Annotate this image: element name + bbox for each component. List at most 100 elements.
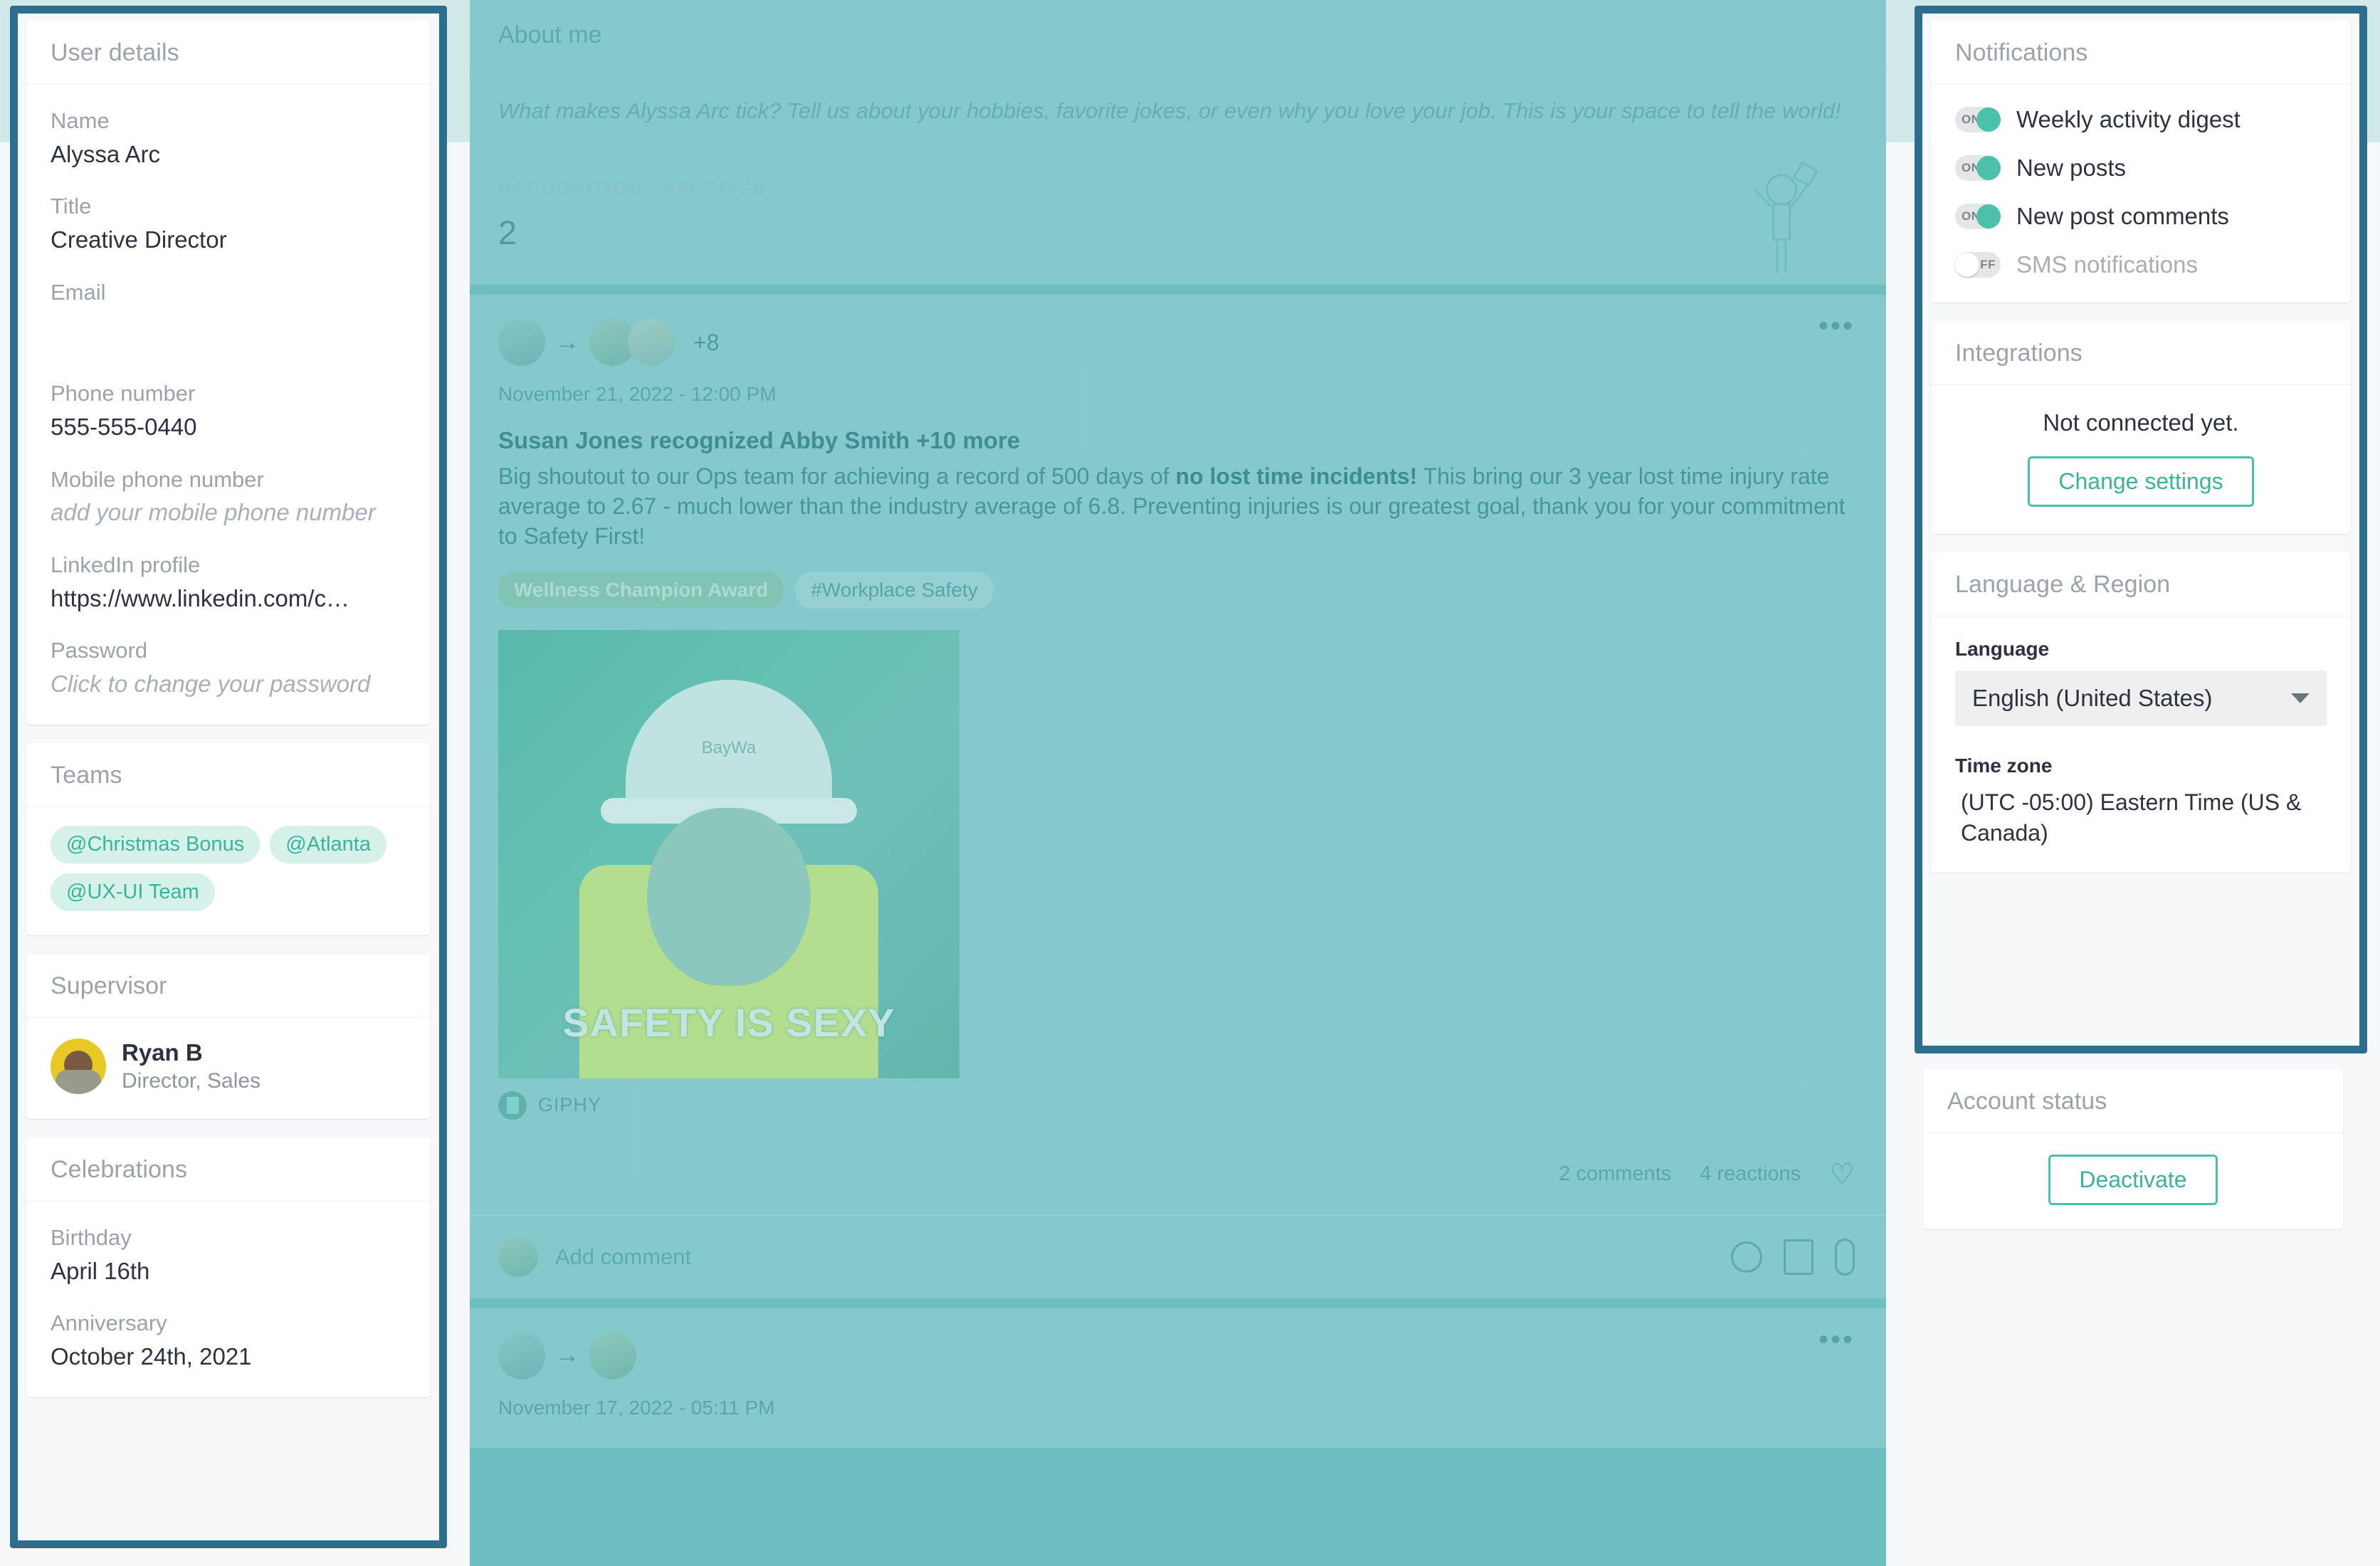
- toggle-knob: [1976, 156, 2001, 180]
- recognition-post: ••• → +8 November 21, 2022 - 12:00 PM Su…: [470, 295, 1886, 1215]
- emoji-icon[interactable]: [1731, 1241, 1762, 1273]
- avatar: [51, 1038, 106, 1094]
- toggle-knob: [1955, 253, 1979, 277]
- timezone-label: Time zone: [1955, 755, 2053, 777]
- field-label: Name: [51, 108, 110, 133]
- integrations-title: Integrations: [1931, 321, 2351, 385]
- field-linkedin-profile: LinkedIn profile https://www.linkedin.co…: [51, 550, 406, 614]
- avatar[interactable]: [589, 1332, 636, 1380]
- about-me-placeholder[interactable]: What makes Alyssa Arc tick? Tell us abou…: [470, 71, 1886, 155]
- about-me-title: About me: [470, 0, 1886, 71]
- field-value[interactable]: Creative Director: [51, 224, 406, 256]
- field-phone-number: Phone number 555-555-0440: [51, 379, 406, 443]
- field-label: Password: [51, 638, 148, 663]
- post-avatars: →: [498, 1332, 1858, 1380]
- field-value[interactable]: October 24th, 2021: [51, 1341, 406, 1373]
- account-status-card: Account status Deactivate: [1923, 1069, 2343, 1229]
- field-value[interactable]: add your mobile phone number: [51, 497, 406, 529]
- avatar: [498, 1236, 538, 1277]
- toggle-switch[interactable]: OFF: [1955, 252, 2001, 278]
- integrations-card: Integrations Not connected yet. Change s…: [1931, 321, 2351, 534]
- giphy-icon: [498, 1091, 527, 1120]
- notification-row-sms-notifications[interactable]: OFF SMS notifications: [1955, 251, 2327, 278]
- chevron-down-icon: [2291, 693, 2310, 703]
- avatar[interactable]: [498, 319, 545, 366]
- notification-row-new-post-comments[interactable]: ON New post comments: [1955, 203, 2327, 230]
- post-more-options-icon[interactable]: •••: [1818, 1325, 1855, 1354]
- account-status-title: Account status: [1923, 1069, 2343, 1133]
- post-gif-image[interactable]: BayWa SAFETY IS SEXY: [498, 629, 959, 1078]
- extra-recipients-count[interactable]: +8: [693, 330, 719, 356]
- field-name: Name Alyssa Arc: [51, 106, 406, 170]
- language-selected-value: English (United States): [1972, 685, 2213, 711]
- toggle-switch[interactable]: ON: [1955, 204, 2001, 229]
- field-value[interactable]: April 16th: [51, 1256, 406, 1288]
- field-mobile-phone-number: Mobile phone number add your mobile phon…: [51, 465, 406, 529]
- field-label: LinkedIn profile: [51, 552, 201, 577]
- team-chip[interactable]: @Atlanta: [270, 825, 386, 863]
- post-meta-row: 2 comments 4 reactions ♡: [470, 1120, 1886, 1215]
- gif-caption: SAFETY IS SEXY: [562, 999, 895, 1045]
- supervisor-title: Supervisor: [26, 954, 431, 1018]
- add-comment-input[interactable]: Add comment: [555, 1244, 1714, 1270]
- notifications-title: Notifications: [1931, 21, 2351, 85]
- heart-icon[interactable]: ♡: [1829, 1158, 1855, 1191]
- field-value[interactable]: [51, 310, 406, 342]
- avatar[interactable]: [498, 1332, 545, 1380]
- post-more-options-icon[interactable]: •••: [1818, 312, 1855, 340]
- toggle-knob: [1976, 204, 2001, 228]
- notification-row-weekly-activity-digest[interactable]: ON Weekly activity digest: [1955, 106, 2327, 133]
- recognitions-block: RECOGNITIONS RECEIVED 2: [470, 155, 1886, 285]
- toggle-switch[interactable]: ON: [1955, 107, 2001, 132]
- attachment-icon[interactable]: [1835, 1238, 1855, 1276]
- notification-label: SMS notifications: [2016, 251, 2198, 278]
- left-panel: User details Name Alyssa Arc Title Creat…: [18, 14, 439, 1423]
- teams-chip-list: @Christmas Bonus @Atlanta @UX-UI Team: [26, 807, 431, 935]
- supervisor-row[interactable]: Ryan B Director, Sales: [26, 1018, 431, 1119]
- field-value[interactable]: Click to change your password: [51, 668, 406, 700]
- notification-row-new-posts[interactable]: ON New posts: [1955, 154, 2327, 182]
- trophy-person-illustration: [1753, 161, 1818, 273]
- supervisor-card: Supervisor Ryan B Director, Sales: [26, 953, 431, 1119]
- post-tag-award[interactable]: Wellness Champion Award: [498, 571, 784, 609]
- giphy-label: GIPHY: [538, 1094, 602, 1116]
- helmet-brand-text: BayWa: [701, 737, 757, 757]
- add-comment-bar[interactable]: Add comment: [470, 1214, 1886, 1298]
- recognitions-label: RECOGNITIONS RECEIVED: [498, 179, 768, 199]
- language-select[interactable]: English (United States): [1955, 671, 2327, 726]
- avatar[interactable]: [628, 319, 675, 366]
- team-chip[interactable]: @Christmas Bonus: [51, 825, 260, 863]
- post-tags: Wellness Champion Award #Workplace Safet…: [470, 552, 1886, 609]
- teams-card: Teams @Christmas Bonus @Atlanta @UX-UI T…: [26, 742, 431, 935]
- field-label: Email: [51, 279, 106, 305]
- post-body-part1: Big shoutout to our Ops team for achievi…: [498, 463, 1176, 489]
- field-value[interactable]: https://www.linkedin.com/c…: [51, 583, 406, 615]
- celebrations-title: Celebrations: [26, 1137, 431, 1202]
- toggle-switch[interactable]: ON: [1955, 155, 2001, 181]
- comments-count[interactable]: 2 comments: [1559, 1162, 1671, 1186]
- celebrations-fields: Birthday April 16th Anniversary October …: [26, 1202, 431, 1397]
- teams-title: Teams: [26, 743, 431, 807]
- about-me-card: About me What makes Alyssa Arc tick? Tel…: [470, 0, 1886, 285]
- timezone-value[interactable]: (UTC -05:00) Eastern Time (US & Canada): [1955, 787, 2327, 848]
- post-body-bold: no lost time incidents!: [1175, 463, 1418, 489]
- post-tag-hashtag[interactable]: #Workplace Safety: [795, 571, 994, 609]
- field-label: Birthday: [51, 1224, 132, 1250]
- supervisor-role: Director, Sales: [122, 1068, 261, 1093]
- language-region-title: Language & Region: [1931, 552, 2351, 616]
- field-label: Anniversary: [51, 1310, 167, 1336]
- change-settings-button[interactable]: Change settings: [2028, 456, 2254, 507]
- image-icon[interactable]: [1784, 1239, 1813, 1275]
- language-label: Language: [1955, 638, 2050, 660]
- reactions-count[interactable]: 4 reactions: [1700, 1162, 1801, 1186]
- integrations-status-message: Not connected yet.: [2043, 409, 2239, 436]
- field-value[interactable]: 555-555-0440: [51, 411, 406, 443]
- face-shape: [647, 807, 811, 986]
- deactivate-button[interactable]: Deactivate: [2048, 1155, 2218, 1205]
- right-panel: Notifications ON Weekly activity digest …: [1922, 14, 2359, 898]
- giphy-attribution: GIPHY: [470, 1078, 1886, 1120]
- team-chip[interactable]: @UX-UI Team: [51, 873, 215, 911]
- field-label: Mobile phone number: [51, 466, 264, 492]
- field-value[interactable]: Alyssa Arc: [51, 139, 406, 171]
- supervisor-name: Ryan B: [122, 1039, 203, 1066]
